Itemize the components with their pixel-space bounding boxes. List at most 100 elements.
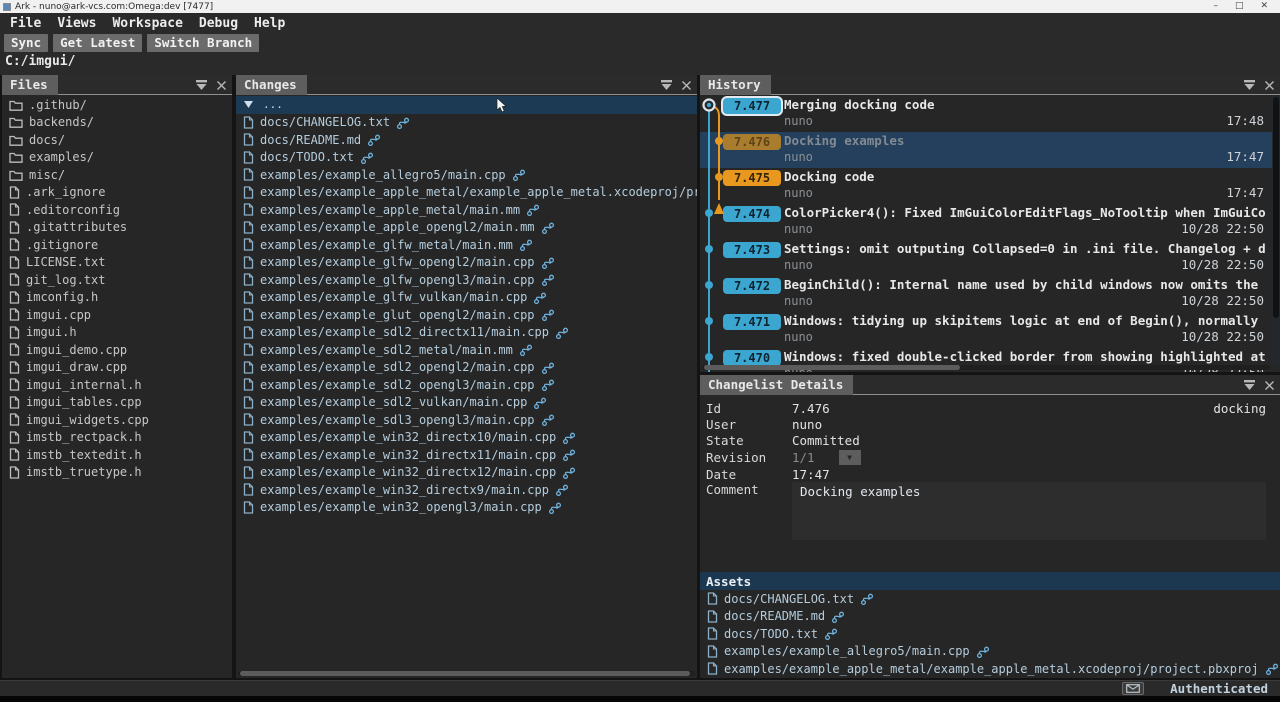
asset-file-row[interactable]: docs/README.md — [700, 608, 1280, 626]
changes-hscrollbar[interactable] — [238, 671, 695, 676]
file-tree-row[interactable]: .gitignore — [2, 236, 232, 254]
file-tree-row[interactable]: imgui_draw.cpp — [2, 359, 232, 377]
asset-file-row[interactable]: examples/example_apple_metal/example_app… — [700, 660, 1280, 678]
file-tree-row[interactable]: git_log.txt — [2, 271, 232, 289]
asset-file-row[interactable]: docs/TODO.txt — [700, 625, 1280, 643]
tab-changelist-details[interactable]: Changelist Details — [700, 375, 853, 395]
changed-file-row[interactable]: examples/example_sdl3_opengl3/main.cpp — [236, 411, 697, 429]
file-tree-row[interactable]: .ark_ignore — [2, 184, 232, 202]
toolbar-button[interactable]: Switch Branch — [147, 34, 259, 52]
tab-files[interactable]: Files — [2, 75, 58, 95]
close-panel-icon[interactable] — [216, 80, 227, 91]
filter-icon[interactable] — [195, 79, 208, 91]
history-row[interactable]: 7.477 Merging docking code nuno 17:48 — [700, 96, 1280, 132]
history-row[interactable]: 7.475 Docking code nuno 17:47 — [700, 168, 1280, 204]
file-tree-row[interactable]: misc/ — [2, 166, 232, 184]
field-comment: Comment Docking examples — [700, 482, 1280, 540]
mail-icon[interactable] — [1122, 682, 1144, 695]
asset-file-row[interactable]: docs/CHANGELOG.txt — [700, 590, 1280, 608]
changed-file-row[interactable]: examples/example_sdl2_metal/main.mm — [236, 341, 697, 359]
history-hscrollbar[interactable] — [702, 365, 1270, 370]
changed-file-row[interactable]: examples/example_win32_directx10/main.cp… — [236, 429, 697, 447]
close-panel-icon[interactable] — [681, 80, 692, 91]
close-button[interactable]: ✕ — [1260, 2, 1268, 11]
file-tree-row[interactable]: imgui.h — [2, 324, 232, 342]
changed-file-row[interactable]: examples/example_glut_opengl2/main.cpp — [236, 306, 697, 324]
file-tree-row[interactable]: .editorconfig — [2, 201, 232, 219]
changes-group-row[interactable]: ... — [236, 96, 697, 114]
file-tree-row[interactable]: backends/ — [2, 114, 232, 132]
changed-file-row[interactable]: examples/example_allegro5/main.cpp — [236, 166, 697, 184]
file-tree-row[interactable]: imstb_rectpack.h — [2, 429, 232, 447]
changed-file-row[interactable]: examples/example_glfw_opengl3/main.cpp — [236, 271, 697, 289]
changes-body: ... docs/CHANGELOG.txt — [236, 96, 697, 678]
file-tree-row[interactable]: LICENSE.txt — [2, 254, 232, 272]
changed-file-row[interactable]: examples/example_glfw_opengl2/main.cpp — [236, 254, 697, 272]
changed-file-row[interactable]: examples/example_sdl2_directx11/main.cpp — [236, 324, 697, 342]
menu-item[interactable]: Debug — [191, 14, 246, 33]
file-icon — [9, 221, 20, 234]
toolbar-button[interactable]: Sync — [4, 34, 48, 52]
file-tree-row[interactable]: .gitattributes — [2, 219, 232, 237]
menu-item[interactable]: Help — [246, 14, 293, 33]
file-tree-row[interactable]: imstb_textedit.h — [2, 446, 232, 464]
changed-file-row[interactable]: examples/example_win32_directx11/main.cp… — [236, 446, 697, 464]
file-tree-row[interactable]: imgui_internal.h — [2, 376, 232, 394]
file-tree-row[interactable]: .github/ — [2, 96, 232, 114]
revision-dropdown-button[interactable]: ▼ — [839, 450, 861, 465]
history-row[interactable]: 7.471 Windows: tidying up skipitems logi… — [700, 312, 1280, 348]
filter-icon[interactable] — [1243, 79, 1256, 91]
history-row[interactable]: 7.476 Docking examples nuno 17:47 — [700, 132, 1280, 168]
changed-file-row[interactable]: examples/example_sdl2_vulkan/main.cpp — [236, 394, 697, 412]
toolbar-button[interactable]: Get Latest — [53, 34, 142, 52]
changed-file-path: examples/example_sdl2_vulkan/main.cpp — [260, 395, 527, 409]
tab-changes[interactable]: Changes — [236, 75, 307, 95]
changes-panel: Changes ... docs/CHANGELOG.txt — [236, 75, 697, 678]
file-tree-row[interactable]: docs/ — [2, 131, 232, 149]
changed-file-row[interactable]: examples/example_win32_directx12/main.cp… — [236, 464, 697, 482]
minimize-button[interactable]: – — [1213, 2, 1218, 11]
menu-item[interactable]: Views — [49, 14, 104, 33]
file-tree-row[interactable]: imgui_widgets.cpp — [2, 411, 232, 429]
history-row[interactable]: 7.473 Settings: omit outputing Collapsed… — [700, 240, 1280, 276]
changed-file-row[interactable]: examples/example_apple_opengl2/main.mm — [236, 219, 697, 237]
file-tree-row[interactable]: imgui.cpp — [2, 306, 232, 324]
asset-file-row[interactable]: examples/example_allegro5/main.cpp — [700, 643, 1280, 661]
file-tree-row[interactable]: imgui_demo.cpp — [2, 341, 232, 359]
menu-bar: FileViewsWorkspaceDebugHelp — [2, 14, 293, 33]
changed-file-row[interactable]: examples/example_apple_metal/example_app… — [236, 184, 697, 202]
comment-box[interactable]: Docking examples — [792, 482, 1266, 540]
filter-icon[interactable] — [1243, 379, 1256, 391]
changed-file-row[interactable]: examples/example_win32_directx9/main.cpp — [236, 481, 697, 499]
tab-history[interactable]: History — [700, 75, 771, 95]
changed-file-path: examples/example_win32_directx9/main.cpp — [260, 483, 549, 497]
changed-file-row[interactable]: docs/CHANGELOG.txt — [236, 114, 697, 132]
file-tree-row[interactable]: imconfig.h — [2, 289, 232, 307]
changed-file-row[interactable]: examples/example_apple_metal/main.mm — [236, 201, 697, 219]
history-vscrollbar[interactable] — [1272, 96, 1280, 365]
file-icon — [707, 662, 718, 675]
file-icon — [9, 466, 20, 479]
filter-icon[interactable] — [660, 79, 673, 91]
changelist-details-panel: Changelist Details Id 7.476 docking User… — [700, 375, 1280, 678]
branch-icon — [533, 396, 547, 409]
file-tree-row[interactable]: examples/ — [2, 149, 232, 167]
close-panel-icon[interactable] — [1264, 80, 1275, 91]
changed-file-row[interactable]: examples/example_glfw_vulkan/main.cpp — [236, 289, 697, 307]
changed-file-row[interactable]: examples/example_win32_opengl3/main.cpp — [236, 499, 697, 517]
history-row[interactable]: 7.472 BeginChild(): Internal name used b… — [700, 276, 1280, 312]
file-name: examples/ — [29, 150, 94, 164]
asset-file-row[interactable]: examples/example_apple_metal/main.mm — [700, 678, 1280, 679]
file-tree-row[interactable]: imgui_tables.cpp — [2, 394, 232, 412]
maximize-button[interactable]: □ — [1235, 2, 1244, 11]
changed-file-row[interactable]: docs/TODO.txt — [236, 149, 697, 167]
menu-item[interactable]: Workspace — [104, 14, 190, 33]
changed-file-row[interactable]: examples/example_sdl2_opengl2/main.cpp — [236, 359, 697, 377]
history-row[interactable]: 7.474 ColorPicker4(): Fixed ImGuiColorEd… — [700, 204, 1280, 240]
changed-file-row[interactable]: docs/README.md — [236, 131, 697, 149]
changed-file-row[interactable]: examples/example_sdl2_opengl3/main.cpp — [236, 376, 697, 394]
close-panel-icon[interactable] — [1264, 380, 1275, 391]
changed-file-row[interactable]: examples/example_glfw_metal/main.mm — [236, 236, 697, 254]
file-tree-row[interactable]: imstb_truetype.h — [2, 464, 232, 482]
menu-item[interactable]: File — [2, 14, 49, 33]
